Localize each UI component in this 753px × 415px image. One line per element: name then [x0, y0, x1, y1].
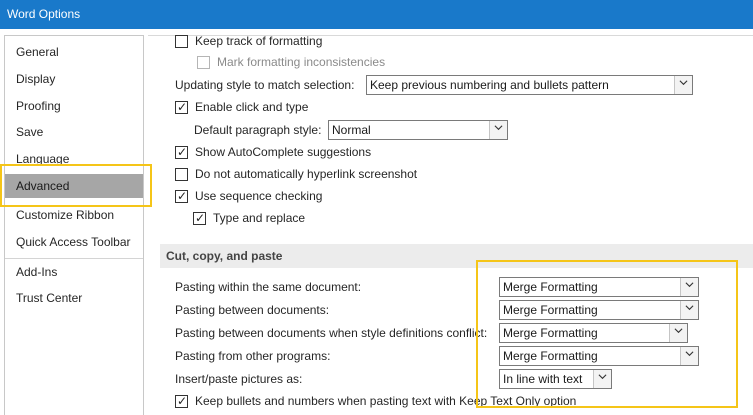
pasting-same-document-label: Pasting within the same document: — [175, 280, 362, 294]
title-bar: Word Options — [0, 0, 753, 29]
checkmark-icon: ✓ — [177, 145, 188, 159]
pasting-between-documents-label: Pasting between documents: — [175, 303, 330, 317]
insert-pictures-label: Insert/paste pictures as: — [175, 372, 303, 386]
dropdown-value: Keep previous numbering and bullets patt… — [370, 78, 609, 92]
checkmark-icon: ✓ — [177, 100, 188, 114]
checkbox-label: Enable click and type — [195, 100, 309, 114]
chevron-down-icon — [679, 80, 688, 86]
advanced-highlight-frame — [0, 164, 152, 207]
chevron-down-icon — [494, 125, 503, 131]
checkbox-box[interactable] — [175, 35, 188, 48]
pasting-other-programs-label: Pasting from other programs: — [175, 349, 331, 363]
dropdown-value: Normal — [332, 123, 371, 137]
checkbox-label: Do not automatically hyperlink screensho… — [195, 167, 418, 181]
checkbox-label: Mark formatting inconsistencies — [217, 55, 386, 69]
checkbox-label: Keep track of formatting — [195, 34, 323, 48]
default-paragraph-style-dropdown[interactable]: Normal — [328, 120, 508, 140]
sidebar-item-save[interactable]: Save — [5, 120, 143, 144]
checkbox-box[interactable]: ✓ — [175, 394, 188, 408]
checkbox-box[interactable]: ✓ — [175, 189, 188, 203]
checkmark-icon: ✓ — [177, 394, 188, 408]
checkbox-label: Type and replace — [213, 211, 306, 225]
checkmark-icon: ✓ — [177, 189, 188, 203]
pasting-style-conflict-label: Pasting between documents when style def… — [175, 326, 488, 340]
checkbox-box[interactable] — [175, 168, 188, 181]
sidebar-divider — [5, 258, 143, 259]
sidebar-item-proofing[interactable]: Proofing — [5, 94, 143, 118]
checkbox-label: Use sequence checking — [195, 189, 323, 203]
sidebar-item-general[interactable]: General — [5, 40, 143, 64]
checkbox-box[interactable]: ✓ — [175, 145, 188, 159]
paste-options-highlight-frame — [476, 260, 738, 408]
sidebar-item-add-ins[interactable]: Add-Ins — [5, 260, 143, 284]
section-title: Cut, copy, and paste — [166, 249, 283, 263]
updating-style-dropdown[interactable]: Keep previous numbering and bullets patt… — [366, 75, 693, 95]
window-title: Word Options — [7, 7, 81, 21]
checkbox-box[interactable] — [197, 56, 210, 69]
default-paragraph-style-label: Default paragraph style: — [194, 123, 322, 137]
checkbox-box[interactable]: ✓ — [175, 100, 188, 114]
checkbox-label: Show AutoComplete suggestions — [195, 145, 372, 159]
checkbox-box[interactable]: ✓ — [193, 211, 206, 225]
dropdown-button[interactable] — [489, 121, 507, 139]
checkmark-icon: ✓ — [195, 211, 206, 225]
sidebar-item-display[interactable]: Display — [5, 67, 143, 91]
sidebar-item-trust-center[interactable]: Trust Center — [5, 286, 143, 310]
sidebar-item-quick-access-toolbar[interactable]: Quick Access Toolbar — [5, 230, 143, 254]
options-sidebar: General Display Proofing Save Language A… — [4, 35, 144, 415]
updating-style-label: Updating style to match selection: — [175, 78, 355, 92]
dropdown-button[interactable] — [674, 76, 692, 94]
